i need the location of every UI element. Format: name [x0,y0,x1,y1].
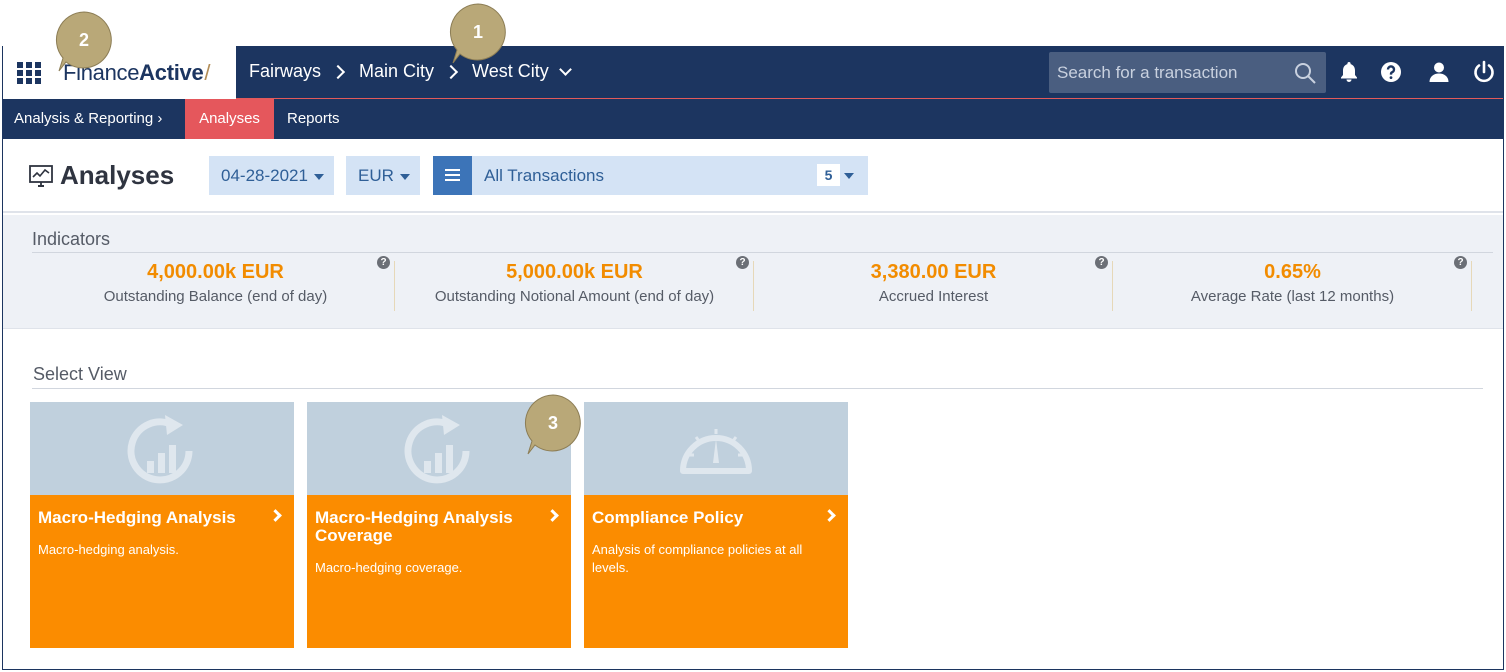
kpi-label: Accrued Interest [878,288,989,305]
view-card-compliance-policy[interactable]: Compliance Policy Analysis of compliance… [584,402,848,648]
chevron-right-icon [823,509,836,522]
indicators-panel: Indicators 4,000.00k EUR Outstanding Bal… [3,215,1503,329]
chevron-right-icon [269,509,282,522]
callout-marker: 1 [449,3,511,65]
power-icon[interactable] [1472,60,1496,84]
transactions-filter[interactable]: All Transactions 5 [433,156,868,195]
help-icon[interactable] [1379,60,1403,84]
card-body: Compliance Policy Analysis of compliance… [584,495,848,648]
caret-down-icon[interactable] [844,173,854,179]
card-body: Macro-Hedging Analysis Coverage Macro-he… [307,495,571,648]
kpi-average-rate: 0.65% Average Rate (last 12 months) ? [1114,256,1472,311]
top-navigation-bar: FinanceActive/ Fairways Main City West C… [3,46,1503,99]
transactions-count-badge: 5 [817,164,840,186]
callout-number: 3 [547,413,558,433]
breadcrumb-fairways[interactable]: Fairways [249,61,321,82]
kpi-value: 0.65% [1264,261,1321,283]
help-icon[interactable]: ? [377,256,390,269]
user-icon[interactable] [1427,60,1451,84]
kpi-outstanding-notional: 5,000.00k EUR Outstanding Notional Amoun… [396,256,754,311]
kpi-outstanding-balance: 4,000.00k EUR Outstanding Balance (end o… [37,256,395,311]
date-selector[interactable]: 04-28-2021 [209,156,334,195]
view-card-macro-hedging-analysis[interactable]: Macro-Hedging Analysis Macro-hedging ana… [30,402,294,648]
gauge-icon [680,429,752,474]
help-icon[interactable]: ? [1454,256,1467,269]
kpi-label: Outstanding Balance (end of day) [103,288,328,305]
card-description: Macro-hedging coverage. [315,560,463,575]
kpi-value: 5,000.00k EUR [506,261,643,283]
indicators-heading: Indicators [32,229,111,249]
tab-reports[interactable]: Reports [287,99,340,139]
card-title: Macro-Hedging Analysis Coverage [315,508,513,545]
card-body: Macro-Hedging Analysis Macro-hedging ana… [30,495,294,648]
divider [32,388,1483,389]
callout-marker: 3 [524,394,586,456]
refresh-chart-icon [127,415,193,484]
analysis-reporting-menu[interactable]: Analysis & Reporting › [14,99,162,139]
analytics-monitor-icon [29,165,53,187]
kpi-label: Outstanding Notional Amount (end of day) [434,288,715,305]
kpi-value: 3,380.00 EUR [870,261,997,283]
transaction-search-input[interactable]: Search for a transaction [1049,52,1326,93]
chevron-right-icon [443,64,459,79]
card-title: Compliance Policy [592,508,744,527]
transactions-label: All Transactions [484,166,604,185]
chevron-right-icon [546,509,559,522]
help-icon[interactable]: ? [736,256,749,269]
list-menu-icon[interactable] [433,156,472,195]
logo-area: FinanceActive/ [3,46,236,99]
breadcrumb: Fairways Main City West City [249,61,572,82]
date-value: 04-28-2021 [221,166,308,185]
page-title: Analyses [60,160,175,190]
apps-grid-icon[interactable] [17,62,41,84]
bell-icon[interactable] [1337,60,1361,84]
caret-down-icon [313,173,324,180]
app-window: FinanceActive/ Fairways Main City West C… [2,46,1504,670]
card-image [584,402,848,495]
search-placeholder: Search for a transaction [1057,63,1238,82]
search-icon[interactable] [1294,62,1316,84]
kpi-accrued-interest: 3,380.00 EUR Accrued Interest ? [755,256,1113,311]
refresh-chart-icon [404,415,470,484]
currency-value: EUR [358,166,394,185]
breadcrumb-main-city[interactable]: Main City [359,61,434,82]
callout-marker: 2 [55,11,117,73]
currency-selector[interactable]: EUR [346,156,420,195]
chevron-down-icon[interactable] [558,62,572,76]
sub-navigation-bar: Analysis & Reporting › Analyses Reports [3,99,1503,139]
card-title: Macro-Hedging Analysis [38,508,236,527]
callout-number: 1 [472,22,483,42]
caret-down-icon [399,173,410,180]
kpi-label: Average Rate (last 12 months) [1190,288,1395,305]
card-description: Macro-hedging analysis. [38,542,179,557]
page-header: Analyses 04-28-2021 EUR All Transactions… [3,139,1503,213]
divider [32,252,1493,253]
callout-number: 2 [78,30,89,50]
select-view-heading: Select View [33,364,127,384]
card-image [30,402,294,495]
card-description: Analysis of compliance policies at all l… [592,542,803,575]
chevron-right-icon [330,64,346,79]
help-icon[interactable]: ? [1095,256,1108,269]
kpi-value: 4,000.00k EUR [147,261,284,283]
tab-analyses[interactable]: Analyses [185,99,274,139]
